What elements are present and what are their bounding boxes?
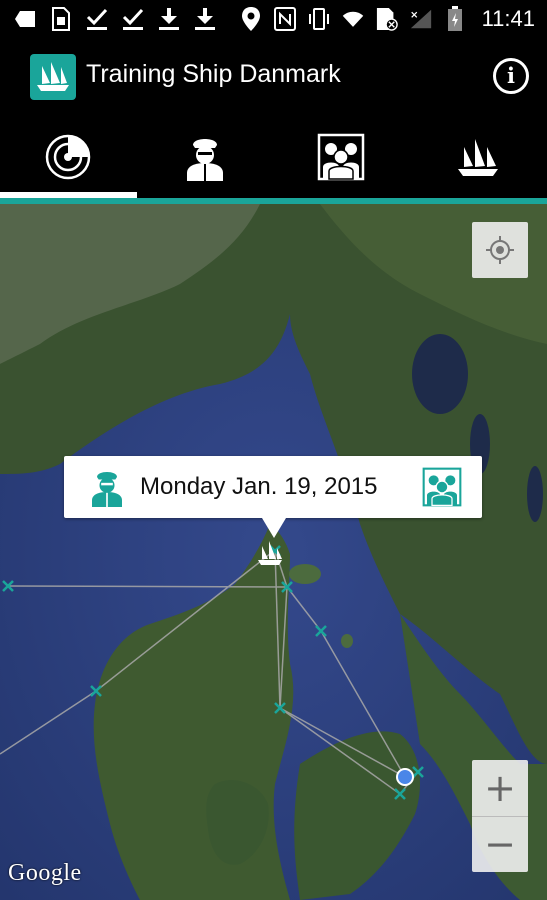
download-icon bbox=[158, 6, 180, 32]
status-bar: 11:41 bbox=[0, 0, 547, 40]
satellite-map bbox=[0, 204, 547, 900]
wifi-icon bbox=[342, 6, 364, 32]
battery-icon bbox=[444, 6, 466, 32]
app-logo bbox=[30, 54, 76, 100]
callout-date: Monday Jan. 19, 2015 bbox=[140, 473, 378, 500]
app-bar: Training Ship Danmark i bbox=[0, 40, 547, 116]
zoom-controls: + − bbox=[472, 760, 528, 872]
crosshair-icon bbox=[486, 236, 514, 264]
captain-icon[interactable] bbox=[90, 467, 124, 507]
info-button[interactable]: i bbox=[493, 58, 529, 94]
crew-icon bbox=[317, 133, 365, 181]
vibrate-icon bbox=[308, 6, 330, 32]
map-view[interactable]: Google bbox=[0, 204, 547, 900]
check-icon bbox=[86, 6, 108, 32]
tab-bar bbox=[0, 116, 547, 198]
tab-captain[interactable] bbox=[137, 116, 273, 198]
ship-info-callout[interactable]: Monday Jan. 19, 2015 bbox=[64, 456, 482, 518]
callout-pointer bbox=[262, 518, 286, 538]
zoom-in-button[interactable]: + bbox=[472, 760, 528, 817]
app-title: Training Ship Danmark bbox=[86, 60, 341, 88]
crew-icon[interactable] bbox=[422, 467, 462, 507]
download-icon bbox=[194, 6, 216, 32]
location-pin-icon bbox=[240, 6, 262, 32]
no-sim-icon bbox=[376, 6, 398, 32]
check-icon bbox=[122, 6, 144, 32]
ship-icon bbox=[458, 139, 498, 176]
captain-icon bbox=[187, 139, 223, 181]
signal-icon bbox=[410, 6, 432, 32]
tab-ship[interactable] bbox=[410, 116, 546, 198]
tab-crew[interactable] bbox=[273, 116, 409, 198]
nfc-icon bbox=[273, 6, 296, 32]
map-attribution: Google bbox=[8, 860, 82, 886]
radar-icon bbox=[45, 134, 91, 180]
zoom-out-button[interactable]: − bbox=[472, 816, 528, 872]
status-time: 11:41 bbox=[481, 6, 535, 31]
notification-back-icon bbox=[14, 6, 36, 32]
sim-icon bbox=[50, 6, 72, 32]
tab-position[interactable] bbox=[0, 116, 136, 198]
my-location-button[interactable] bbox=[472, 222, 528, 278]
